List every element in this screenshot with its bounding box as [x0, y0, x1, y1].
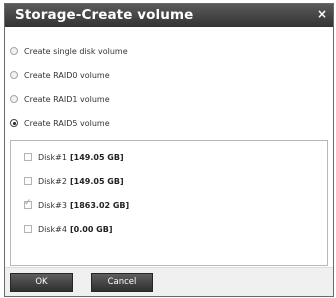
dialog-titlebar: Storage-Create volume ×	[5, 4, 333, 27]
dialog-content: Create single disk volume Create RAID0 v…	[5, 27, 333, 268]
disk-checkbox-3[interactable]	[24, 198, 32, 209]
option-label: Create RAID5 volume	[24, 118, 110, 128]
radio-single-disk[interactable]	[10, 47, 18, 55]
close-icon[interactable]: ×	[316, 8, 328, 20]
disk-item-3[interactable]: Disk#3 [1863.02 GB]	[24, 197, 129, 213]
disk-checkbox-1[interactable]	[24, 153, 32, 161]
disk-name: Disk#2	[38, 176, 67, 186]
disk-name: Disk#3	[38, 200, 67, 210]
dialog-footer: OK Cancel	[5, 267, 333, 296]
option-raid0[interactable]: Create RAID0 volume	[10, 67, 110, 83]
option-single-disk[interactable]: Create single disk volume	[10, 43, 128, 59]
option-label: Create RAID1 volume	[24, 94, 110, 104]
create-volume-dialog: Storage-Create volume × Create single di…	[4, 3, 334, 297]
option-label: Create RAID0 volume	[24, 70, 110, 80]
cancel-button[interactable]: Cancel	[91, 273, 153, 292]
ok-button[interactable]: OK	[10, 273, 73, 292]
disk-size: [149.05 GB]	[69, 176, 124, 186]
disk-item-2[interactable]: Disk#2 [149.05 GB]	[24, 173, 124, 189]
disk-size: [149.05 GB]	[69, 152, 124, 162]
disk-name: Disk#1	[38, 152, 67, 162]
radio-raid1[interactable]	[10, 95, 18, 103]
radio-raid0[interactable]	[10, 71, 18, 79]
disk-item-1[interactable]: Disk#1 [149.05 GB]	[24, 149, 124, 165]
option-raid1[interactable]: Create RAID1 volume	[10, 91, 110, 107]
disk-size: [1863.02 GB]	[69, 200, 130, 210]
option-raid5[interactable]: Create RAID5 volume	[10, 115, 110, 131]
disk-name: Disk#4	[38, 224, 67, 234]
disk-checkbox-2[interactable]	[24, 177, 32, 185]
disk-size: [0.00 GB]	[69, 224, 113, 234]
radio-raid5[interactable]	[10, 119, 18, 127]
disk-checkbox-4[interactable]	[24, 225, 32, 233]
option-label: Create single disk volume	[24, 46, 128, 56]
disk-selection-panel: Disk#1 [149.05 GB] Disk#2 [149.05 GB] Di…	[10, 140, 328, 266]
dialog-title: Storage-Create volume	[15, 7, 194, 23]
disk-item-4[interactable]: Disk#4 [0.00 GB]	[24, 221, 112, 237]
